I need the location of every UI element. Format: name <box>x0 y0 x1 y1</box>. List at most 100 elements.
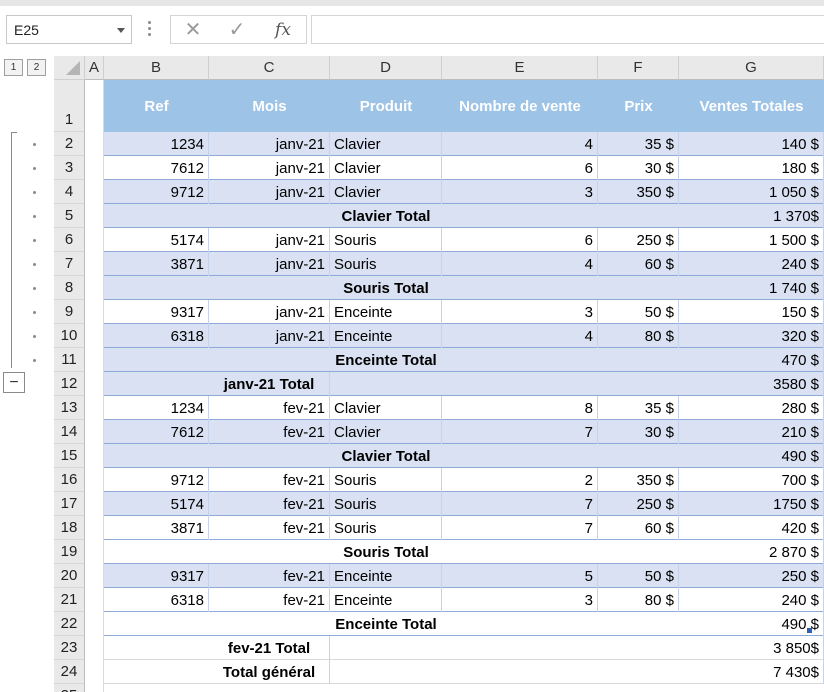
cell-subtotal-label[interactable]: Souris Total <box>330 540 442 564</box>
cell-month-total-label[interactable]: Total général <box>209 660 330 684</box>
table-header-cell[interactable]: Nombre de vente <box>442 80 598 132</box>
outline-level-1-button[interactable]: 1 <box>4 59 23 76</box>
cell-ventes-totales[interactable]: 3580 $ <box>679 372 824 396</box>
cell-mois[interactable]: fev-21 <box>209 564 330 588</box>
cell-nombre-vente[interactable]: 8 <box>442 396 598 420</box>
cell-subtotal-label[interactable]: Clavier Total <box>330 204 442 228</box>
cell-prix[interactable]: 80 $ <box>598 588 679 612</box>
drag-handle-icon[interactable] <box>148 21 152 37</box>
cell-produit[interactable]: Enceinte <box>330 324 442 348</box>
cell-ref[interactable]: 1234 <box>104 396 209 420</box>
row-header[interactable]: 16 <box>54 468 85 492</box>
cell-prix[interactable]: 80 $ <box>598 324 679 348</box>
name-box[interactable]: E25 <box>6 15 132 44</box>
cell-ventes-totales[interactable]: 1 370$ <box>679 204 824 228</box>
cell-mois[interactable]: fev-21 <box>209 492 330 516</box>
cell-produit[interactable]: Souris <box>330 516 442 540</box>
select-all-button[interactable] <box>54 56 85 80</box>
cell-prix[interactable]: 60 $ <box>598 252 679 276</box>
cell-produit[interactable]: Enceinte <box>330 588 442 612</box>
cell-ventes-totales[interactable]: 240 $ <box>679 252 824 276</box>
table-header-cell[interactable]: Ref <box>104 80 209 132</box>
cell-ref[interactable]: 9317 <box>104 300 209 324</box>
row-header[interactable]: 3 <box>54 156 85 180</box>
cell-produit[interactable]: Clavier <box>330 180 442 204</box>
cell-mois[interactable]: janv-21 <box>209 324 330 348</box>
row-header[interactable]: 19 <box>54 540 85 564</box>
cell-subtotal-label[interactable]: Enceinte Total <box>330 348 442 372</box>
row-header[interactable]: 24 <box>54 660 85 684</box>
cell-subtotal-label[interactable]: Enceinte Total <box>330 612 442 636</box>
table-header-cell[interactable]: Prix <box>598 80 679 132</box>
cell-prix[interactable]: 35 $ <box>598 132 679 156</box>
cell-prix[interactable]: 30 $ <box>598 156 679 180</box>
cell-nombre-vente[interactable]: 6 <box>442 228 598 252</box>
cell-nombre-vente[interactable]: 7 <box>442 516 598 540</box>
column-header-g[interactable]: G <box>679 56 824 80</box>
row-header[interactable]: 8 <box>54 276 85 300</box>
row-header[interactable]: 4 <box>54 180 85 204</box>
insert-function-icon[interactable]: fx <box>263 16 303 43</box>
cell-nombre-vente[interactable]: 4 <box>442 252 598 276</box>
cell-month-total-label[interactable]: janv-21 Total <box>209 372 330 396</box>
chevron-down-icon[interactable] <box>117 28 125 33</box>
cell-ventes-totales[interactable]: 240 $ <box>679 588 824 612</box>
row-header[interactable]: 6 <box>54 228 85 252</box>
cell-produit[interactable]: Enceinte <box>330 564 442 588</box>
cell-produit[interactable]: Souris <box>330 492 442 516</box>
row-header[interactable]: 23 <box>54 636 85 660</box>
cell-nombre-vente[interactable]: 3 <box>442 180 598 204</box>
cell-produit[interactable]: Enceinte <box>330 300 442 324</box>
cell-prix[interactable]: 50 $ <box>598 300 679 324</box>
cell-ref[interactable]: 9712 <box>104 180 209 204</box>
cell-produit[interactable]: Souris <box>330 468 442 492</box>
cell-ref[interactable]: 9712 <box>104 468 209 492</box>
cell-ventes-totales[interactable]: 250 $ <box>679 564 824 588</box>
cell-ventes-totales[interactable]: 7 430$ <box>679 660 824 684</box>
row-header[interactable]: 15 <box>54 444 85 468</box>
cell-ref[interactable]: 9317 <box>104 564 209 588</box>
row-header[interactable]: 7 <box>54 252 85 276</box>
row-header[interactable]: 25 <box>54 684 85 692</box>
cell-prix[interactable]: 30 $ <box>598 420 679 444</box>
row-header[interactable]: 18 <box>54 516 85 540</box>
cell-mois[interactable]: fev-21 <box>209 420 330 444</box>
column-header-e[interactable]: E <box>442 56 598 80</box>
row-header[interactable]: 22 <box>54 612 85 636</box>
cell-ventes-totales[interactable]: 1 050 $ <box>679 180 824 204</box>
cell-prix[interactable]: 35 $ <box>598 396 679 420</box>
cell-ventes-totales[interactable]: 470 $ <box>679 348 824 372</box>
cell-ventes-totales[interactable]: 3 850$ <box>679 636 824 660</box>
cell-ventes-totales[interactable]: 420 $ <box>679 516 824 540</box>
cell-ventes-totales[interactable]: 1 740 $ <box>679 276 824 300</box>
cell-mois[interactable]: fev-21 <box>209 516 330 540</box>
cell-ref[interactable]: 1234 <box>104 132 209 156</box>
cell-mois[interactable]: fev-21 <box>209 396 330 420</box>
cell-ref[interactable]: 6318 <box>104 588 209 612</box>
cell-ref[interactable]: 3871 <box>104 516 209 540</box>
column-header-f[interactable]: F <box>598 56 679 80</box>
cell-nombre-vente[interactable]: 7 <box>442 492 598 516</box>
cell-produit[interactable]: Souris <box>330 228 442 252</box>
cell-produit[interactable]: Clavier <box>330 156 442 180</box>
row-header[interactable]: 5 <box>54 204 85 228</box>
cell-mois[interactable]: fev-21 <box>209 468 330 492</box>
formula-input[interactable] <box>311 15 824 44</box>
cell-nombre-vente[interactable]: 2 <box>442 468 598 492</box>
cell-produit[interactable]: Clavier <box>330 132 442 156</box>
row-header[interactable]: 14 <box>54 420 85 444</box>
cell-nombre-vente[interactable]: 4 <box>442 132 598 156</box>
cell-mois[interactable]: janv-21 <box>209 228 330 252</box>
cell-ventes-totales[interactable]: 210 $ <box>679 420 824 444</box>
cell-ventes-totales[interactable]: 180 $ <box>679 156 824 180</box>
cell-ventes-totales[interactable]: 280 $ <box>679 396 824 420</box>
cell-month-total-label[interactable]: fev-21 Total <box>209 636 330 660</box>
cell-prix[interactable]: 60 $ <box>598 516 679 540</box>
column-header-b[interactable]: B <box>104 56 209 80</box>
cell-mois[interactable]: fev-21 <box>209 588 330 612</box>
row-header[interactable]: 21 <box>54 588 85 612</box>
row-header[interactable]: 13 <box>54 396 85 420</box>
cell-ventes-totales[interactable]: 700 $ <box>679 468 824 492</box>
cell-subtotal-label[interactable]: Clavier Total <box>330 444 442 468</box>
row-header[interactable]: 11 <box>54 348 85 372</box>
